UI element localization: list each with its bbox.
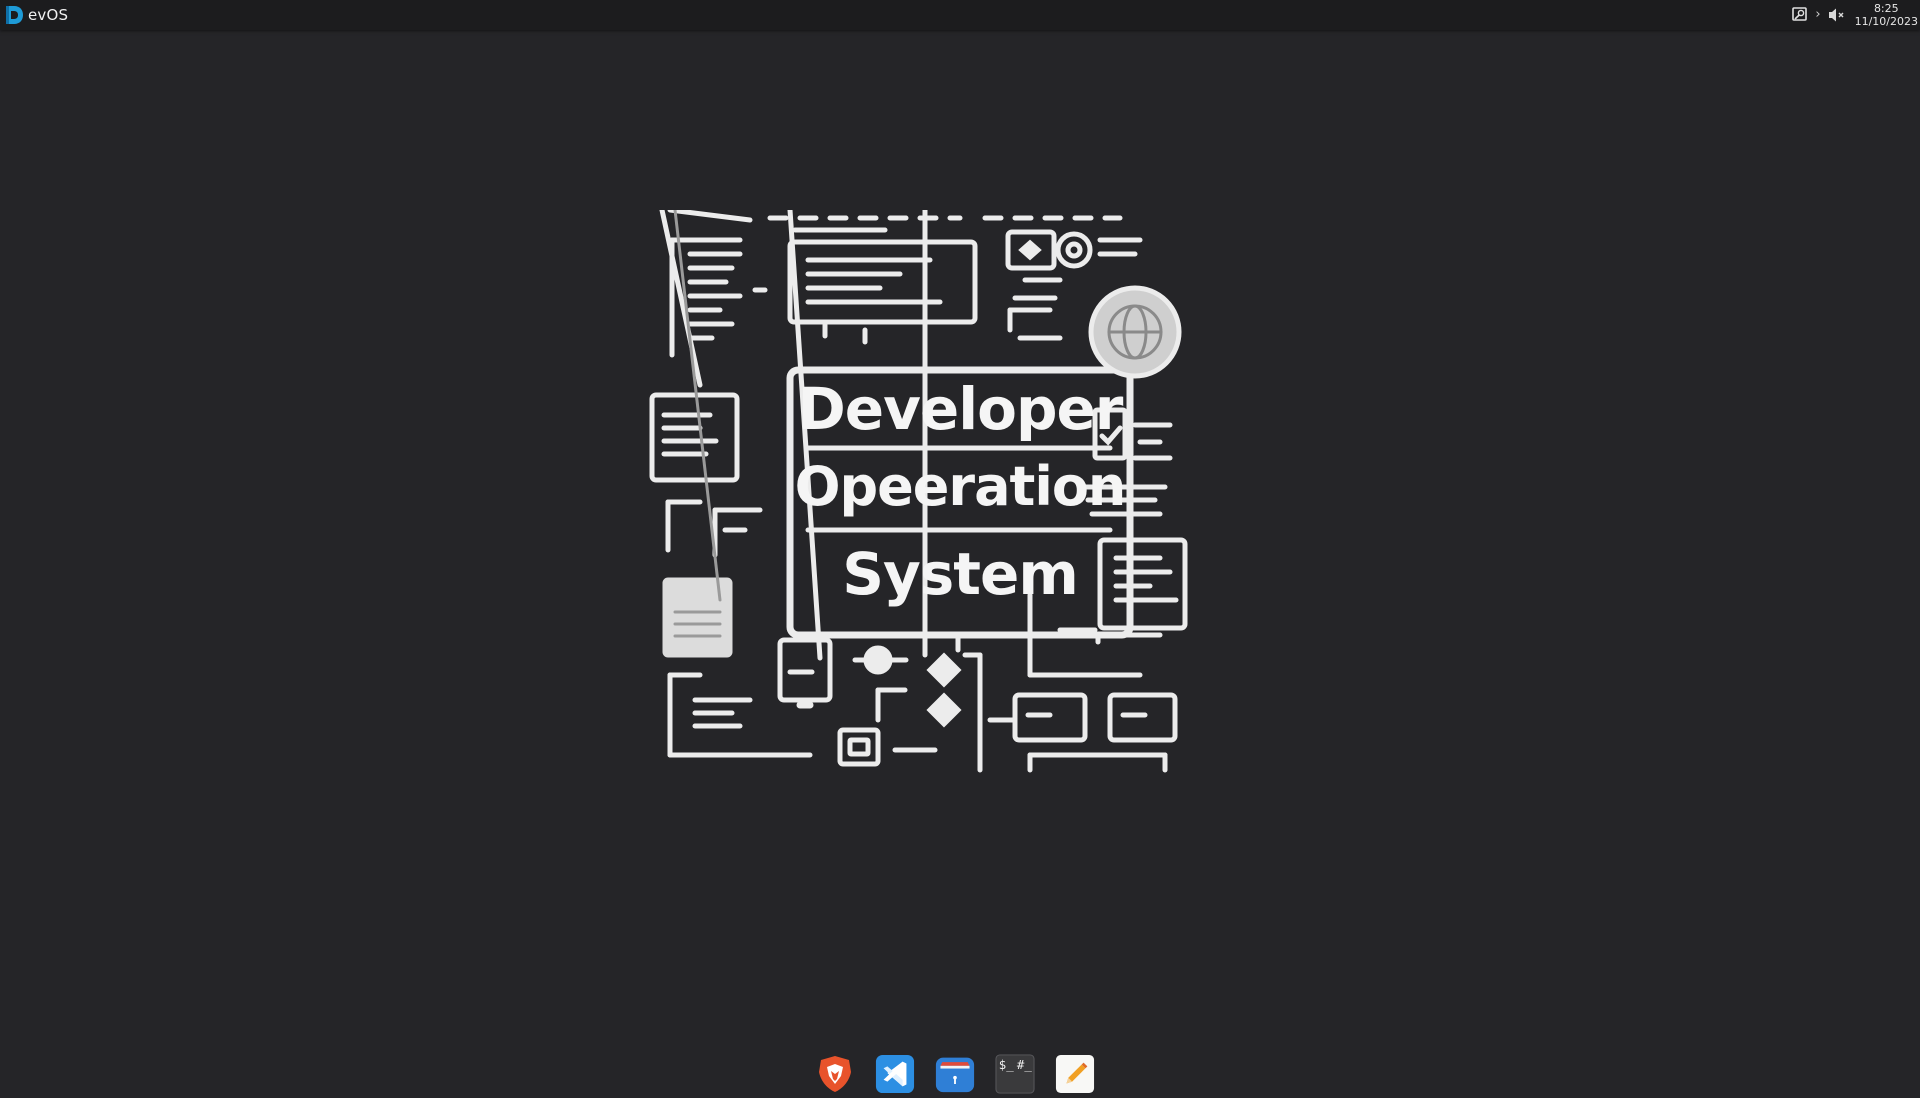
vscode-launcher[interactable]: [875, 1054, 915, 1094]
clock-date: 11/10/2023: [1854, 15, 1918, 28]
clock-time: 8:25: [1873, 2, 1899, 15]
brave-browser-launcher[interactable]: [815, 1054, 855, 1094]
dock: $_ #_: [815, 1050, 1095, 1098]
wallpaper-title-line1: Developer: [797, 375, 1124, 443]
wallpaper-title-line2: Opeeration: [794, 455, 1127, 518]
store-bag-icon: [935, 1057, 975, 1093]
terminal-icon: $_ #_: [995, 1054, 1035, 1094]
system-tray: › 8:25 11/10/2023: [1791, 0, 1920, 30]
text-editor-launcher[interactable]: [1055, 1054, 1095, 1094]
wallpaper-logo: Developer Opeeration System: [640, 197, 1280, 910]
os-menu-button[interactable]: evOS: [0, 0, 68, 30]
app-store-launcher[interactable]: [935, 1054, 975, 1094]
devos-logo-icon: [3, 4, 25, 26]
top-bar: evOS › 8:25 11/10/2023: [0, 0, 1920, 30]
pencil-icon: [1055, 1054, 1095, 1094]
tray-expand-chevron-icon[interactable]: ›: [1815, 0, 1820, 30]
vscode-icon: [875, 1054, 915, 1094]
wallpaper-title-line3: System: [842, 540, 1079, 608]
clock[interactable]: 8:25 11/10/2023: [1855, 0, 1918, 30]
desktop: Developer Opeeration System $_ #_: [0, 30, 1920, 1094]
os-name-label: evOS: [28, 6, 69, 24]
volume-muted-icon[interactable]: [1827, 0, 1847, 30]
svg-text:#_: #_: [1017, 1058, 1032, 1072]
terminal-launcher[interactable]: $_ #_: [995, 1054, 1035, 1094]
svg-text:$_: $_: [999, 1058, 1014, 1072]
lion-shield-icon: [819, 1056, 851, 1092]
screenshot-search-icon[interactable]: [1791, 0, 1809, 30]
